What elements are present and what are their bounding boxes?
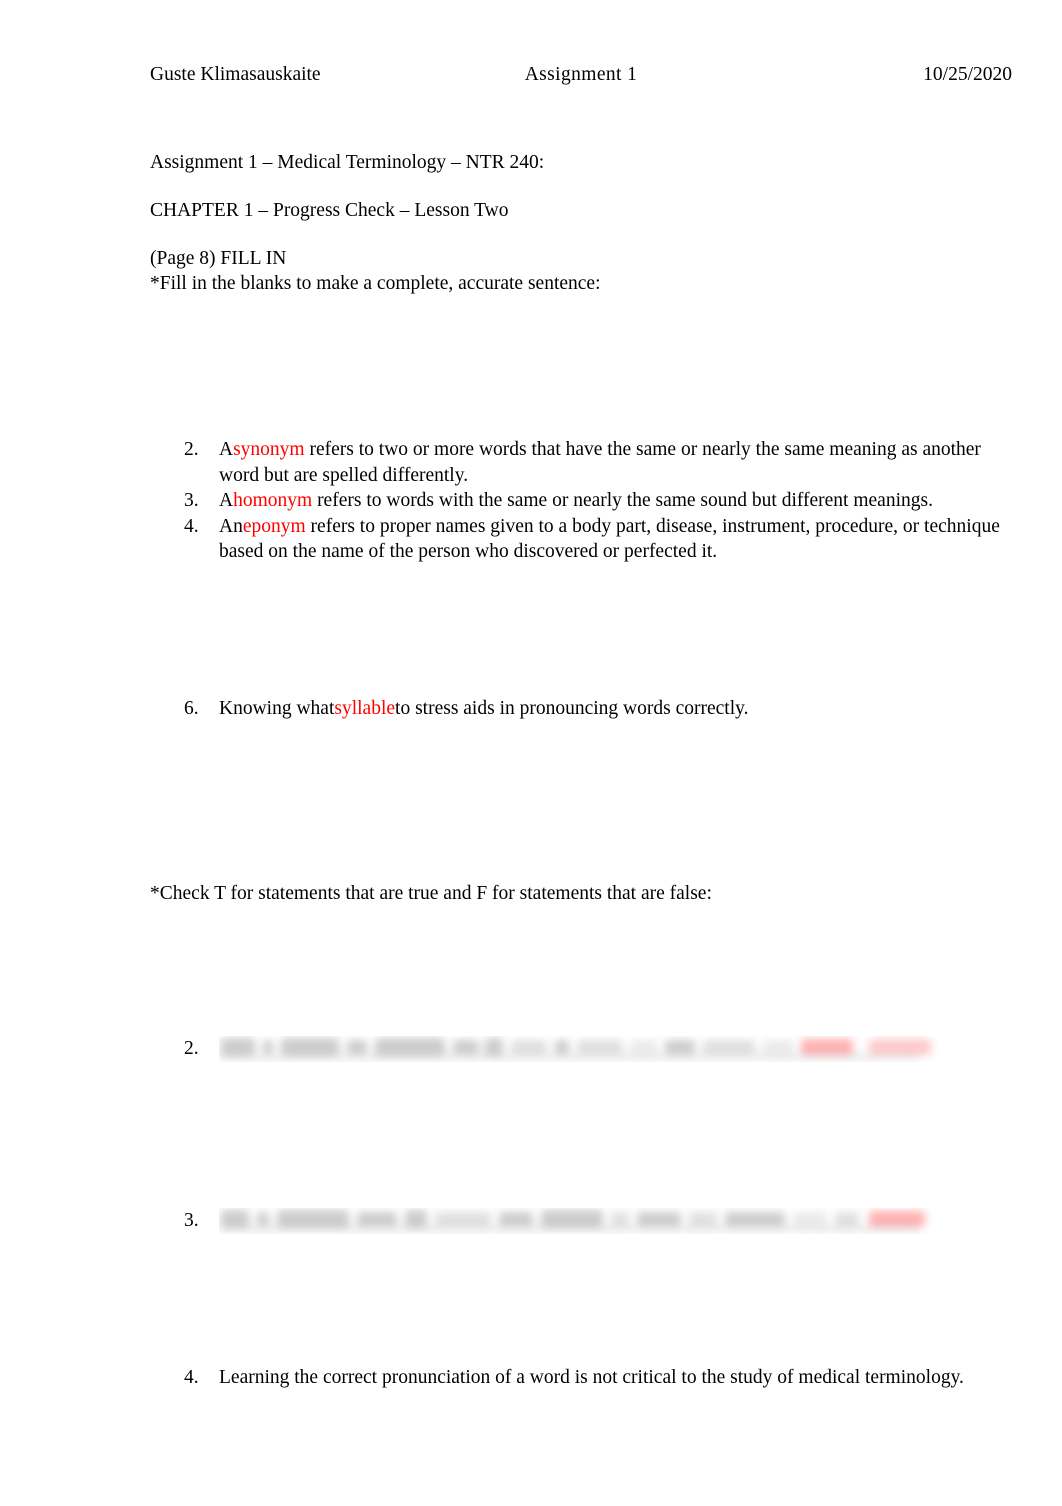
document-header: Guste Klimasauskaite Assignment 1 10/25/… [150, 62, 1012, 88]
fill-in-instruction: *Fill in the blanks to make a complete, … [150, 273, 601, 294]
list-item-number: 6. [184, 698, 199, 719]
list-item: 3. Ahomonym refers to words with the sam… [150, 488, 1012, 514]
redacted-statement [219, 1036, 1012, 1062]
list-item-number: 2. [184, 439, 199, 460]
answer-tail-text: refers to proper names given to a body p… [219, 515, 1000, 563]
assignment-title-line: Assignment 1 – Medical Terminology – NTR… [150, 152, 545, 173]
true-false-instruction: *Check T for statements that are true an… [150, 883, 712, 904]
list-item: 4. Learning the correct pronunciation of… [150, 1365, 1012, 1391]
list-item-text: Learning the correct pronunciation of a … [219, 1367, 964, 1388]
true-false-list-item-4: 4. Learning the correct pronunciation of… [150, 1365, 1012, 1391]
header-date: 10/25/2020 [923, 64, 1012, 85]
answer-tail-text: refers to two or more words that have th… [219, 439, 981, 486]
answer-blank-filled: eponym [242, 515, 311, 537]
list-item-number: 4. [184, 1367, 199, 1388]
true-false-list-item-3: 3. [150, 1208, 1012, 1234]
fill-in-answer-list: 2. Asynonym refers to two or more words … [150, 437, 1012, 565]
list-item: 6. Knowing whatsyllableto stress aids in… [150, 696, 1012, 722]
redaction-blur-layer [219, 1036, 935, 1062]
answer-lead-text: A [219, 490, 234, 511]
list-item-text: Aneponym refers to proper names given to… [219, 514, 1012, 565]
answer-tail-text: to stress aids in pronouncing words corr… [395, 698, 749, 719]
list-item: 4. Aneponym refers to proper names given… [150, 514, 1012, 565]
redaction-blur-layer [219, 1208, 929, 1234]
answer-tail-text: refers to words with the same or nearly … [312, 490, 933, 511]
answer-lead-text: A [219, 439, 234, 460]
answer-blank-filled: homonym [233, 490, 313, 511]
answer-blank-filled: synonym [233, 439, 305, 460]
list-item-number: 2. [184, 1038, 199, 1059]
list-item: 3. [150, 1208, 1012, 1234]
list-item-number: 4. [184, 515, 199, 537]
list-item-text: Knowing whatsyllableto stress aids in pr… [219, 696, 1012, 722]
chapter-line: CHAPTER 1 – Progress Check – Lesson Two [150, 200, 509, 221]
list-item-text: Asynonym refers to two or more words tha… [219, 437, 1012, 488]
answer-lead-text: An [219, 515, 243, 537]
syllable-answer-list: 6. Knowing whatsyllableto stress aids in… [150, 696, 1012, 722]
header-assignment-title: Assignment 1 [524, 64, 638, 85]
true-false-list-item-2: 2. [150, 1036, 1012, 1062]
redacted-statement [219, 1208, 1012, 1234]
list-item-text: Ahomonym refers to words with the same o… [219, 488, 1012, 514]
answer-lead-text: Knowing what [219, 698, 335, 719]
list-item: 2. Asynonym refers to two or more words … [150, 437, 1012, 488]
fill-in-section-heading: (Page 8) FILL IN *Fill in the blanks to … [150, 247, 601, 296]
list-item-number: 3. [184, 1210, 199, 1231]
answer-blank-filled: syllable [334, 698, 396, 719]
page-reference: (Page 8) FILL IN [150, 248, 287, 269]
document-page: Guste Klimasauskaite Assignment 1 10/25/… [0, 0, 1062, 1506]
list-item-number: 3. [184, 490, 199, 511]
list-item: 2. [150, 1036, 1012, 1062]
